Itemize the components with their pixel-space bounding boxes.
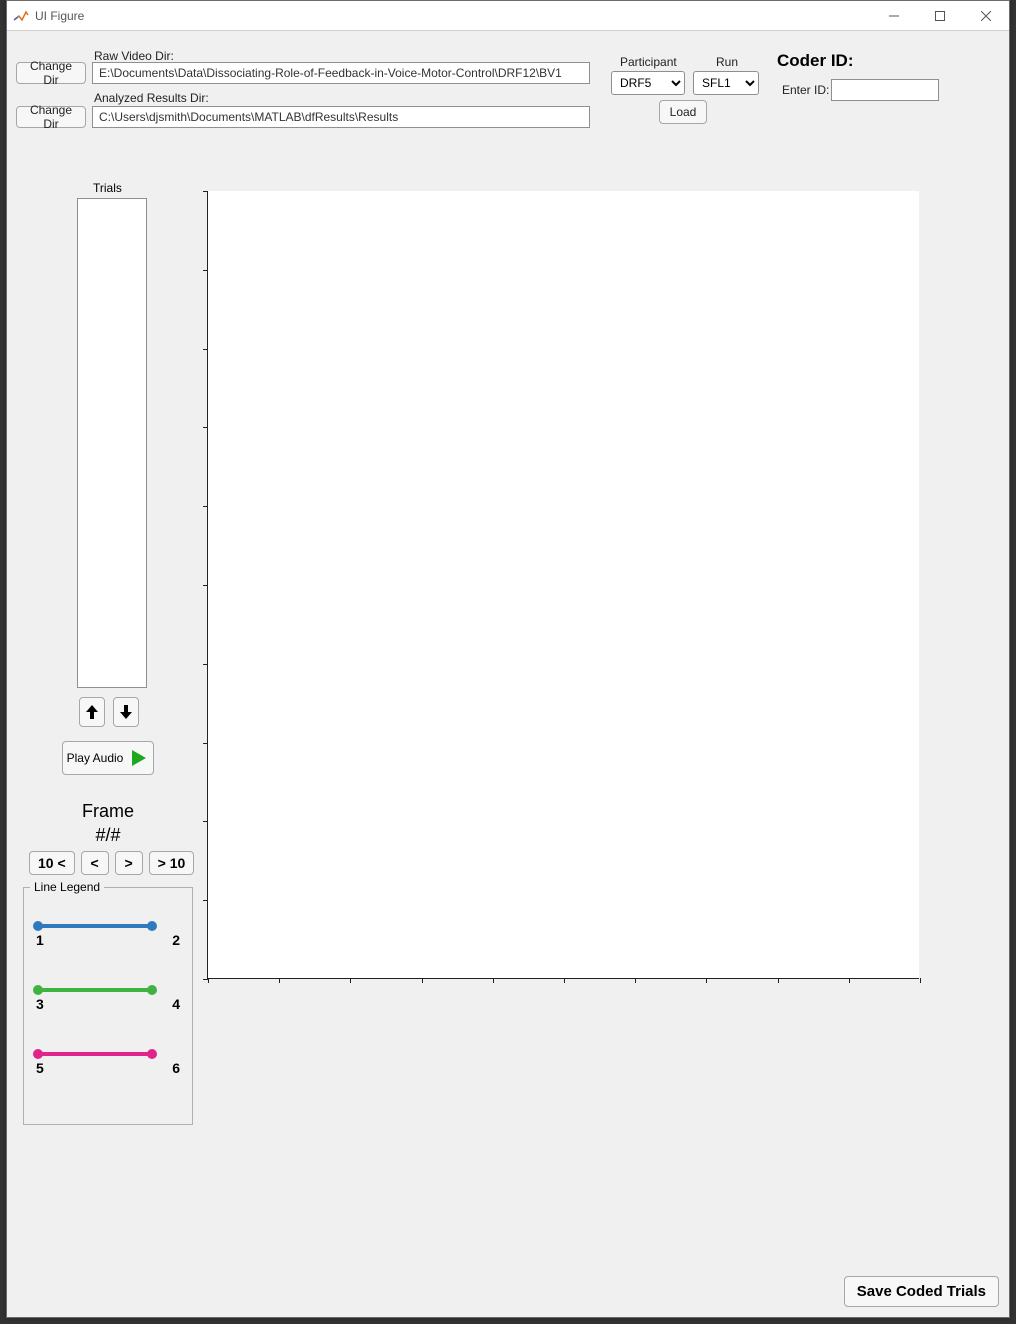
x-tick bbox=[208, 978, 209, 983]
x-tick bbox=[422, 978, 423, 983]
legend-num-right: 6 bbox=[172, 1060, 180, 1076]
x-tick bbox=[279, 978, 280, 983]
arrow-down-icon bbox=[119, 704, 133, 720]
y-tick bbox=[203, 191, 208, 192]
frame-title: Frame bbox=[77, 801, 139, 822]
run-label: Run bbox=[716, 55, 738, 69]
trials-label: Trials bbox=[93, 181, 122, 195]
legend-num-left: 5 bbox=[36, 1060, 44, 1076]
arrow-up-icon bbox=[85, 704, 99, 720]
x-tick bbox=[564, 978, 565, 983]
minimize-button[interactable] bbox=[871, 1, 917, 31]
change-dir-analyzed-button[interactable]: Change Dir bbox=[16, 106, 86, 128]
enter-id-label: Enter ID: bbox=[782, 83, 829, 97]
titlebar: UI Figure bbox=[7, 1, 1009, 31]
y-tick bbox=[203, 821, 208, 822]
y-tick bbox=[203, 427, 208, 428]
x-tick bbox=[849, 978, 850, 983]
y-tick bbox=[203, 506, 208, 507]
play-audio-button[interactable]: Play Audio bbox=[62, 741, 154, 775]
line-legend-panel: Line Legend 123456 bbox=[23, 887, 193, 1125]
change-dir-raw-button[interactable]: Change Dir bbox=[16, 62, 86, 84]
run-dropdown[interactable]: SFL1 bbox=[693, 71, 759, 95]
y-tick bbox=[203, 585, 208, 586]
trial-up-button[interactable] bbox=[79, 697, 105, 727]
x-tick bbox=[706, 978, 707, 983]
x-tick bbox=[920, 978, 921, 983]
save-coded-trials-button[interactable]: Save Coded Trials bbox=[844, 1276, 999, 1307]
analyzed-results-dir-input[interactable] bbox=[92, 106, 590, 128]
x-tick bbox=[350, 978, 351, 983]
line-legend-title: Line Legend bbox=[30, 880, 104, 894]
y-tick bbox=[203, 664, 208, 665]
forward-10-button[interactable]: > 10 bbox=[149, 851, 195, 875]
coder-id-input[interactable] bbox=[831, 79, 939, 101]
play-audio-label: Play Audio bbox=[67, 751, 124, 765]
analyzed-results-dir-label: Analyzed Results Dir: bbox=[94, 91, 209, 105]
forward-1-button[interactable]: > bbox=[115, 851, 143, 875]
y-tick bbox=[203, 270, 208, 271]
back-10-button[interactable]: 10 < bbox=[29, 851, 75, 875]
y-tick bbox=[203, 900, 208, 901]
legend-num-right: 4 bbox=[172, 996, 180, 1012]
main-axes[interactable] bbox=[207, 191, 919, 979]
frame-counter: #/# bbox=[77, 825, 139, 846]
play-icon bbox=[129, 748, 149, 768]
trial-down-button[interactable] bbox=[113, 697, 139, 727]
x-tick bbox=[778, 978, 779, 983]
legend-num-left: 1 bbox=[36, 932, 44, 948]
maximize-button[interactable] bbox=[917, 1, 963, 31]
participant-label: Participant bbox=[620, 55, 677, 69]
legend-num-right: 2 bbox=[172, 932, 180, 948]
y-tick bbox=[203, 349, 208, 350]
trials-listbox[interactable] bbox=[77, 198, 147, 688]
legend-line: 56 bbox=[36, 1030, 180, 1078]
legend-num-left: 3 bbox=[36, 996, 44, 1012]
x-tick bbox=[635, 978, 636, 983]
y-tick bbox=[203, 743, 208, 744]
participant-dropdown[interactable]: DRF5 bbox=[611, 71, 685, 95]
x-tick bbox=[493, 978, 494, 983]
legend-line: 12 bbox=[36, 902, 180, 950]
raw-video-dir-input[interactable] bbox=[92, 62, 590, 84]
back-1-button[interactable]: < bbox=[81, 851, 109, 875]
raw-video-dir-label: Raw Video Dir: bbox=[94, 49, 174, 63]
matlab-icon bbox=[13, 8, 29, 24]
close-button[interactable] bbox=[963, 1, 1009, 31]
legend-line: 34 bbox=[36, 966, 180, 1014]
load-button[interactable]: Load bbox=[659, 100, 707, 124]
content: Raw Video Dir: Change Dir Analyzed Resul… bbox=[7, 31, 1009, 1317]
coder-id-title: Coder ID: bbox=[777, 51, 854, 71]
window-title: UI Figure bbox=[35, 9, 84, 23]
app-window: UI Figure Raw Video Dir: Change Dir Anal… bbox=[6, 0, 1010, 1318]
